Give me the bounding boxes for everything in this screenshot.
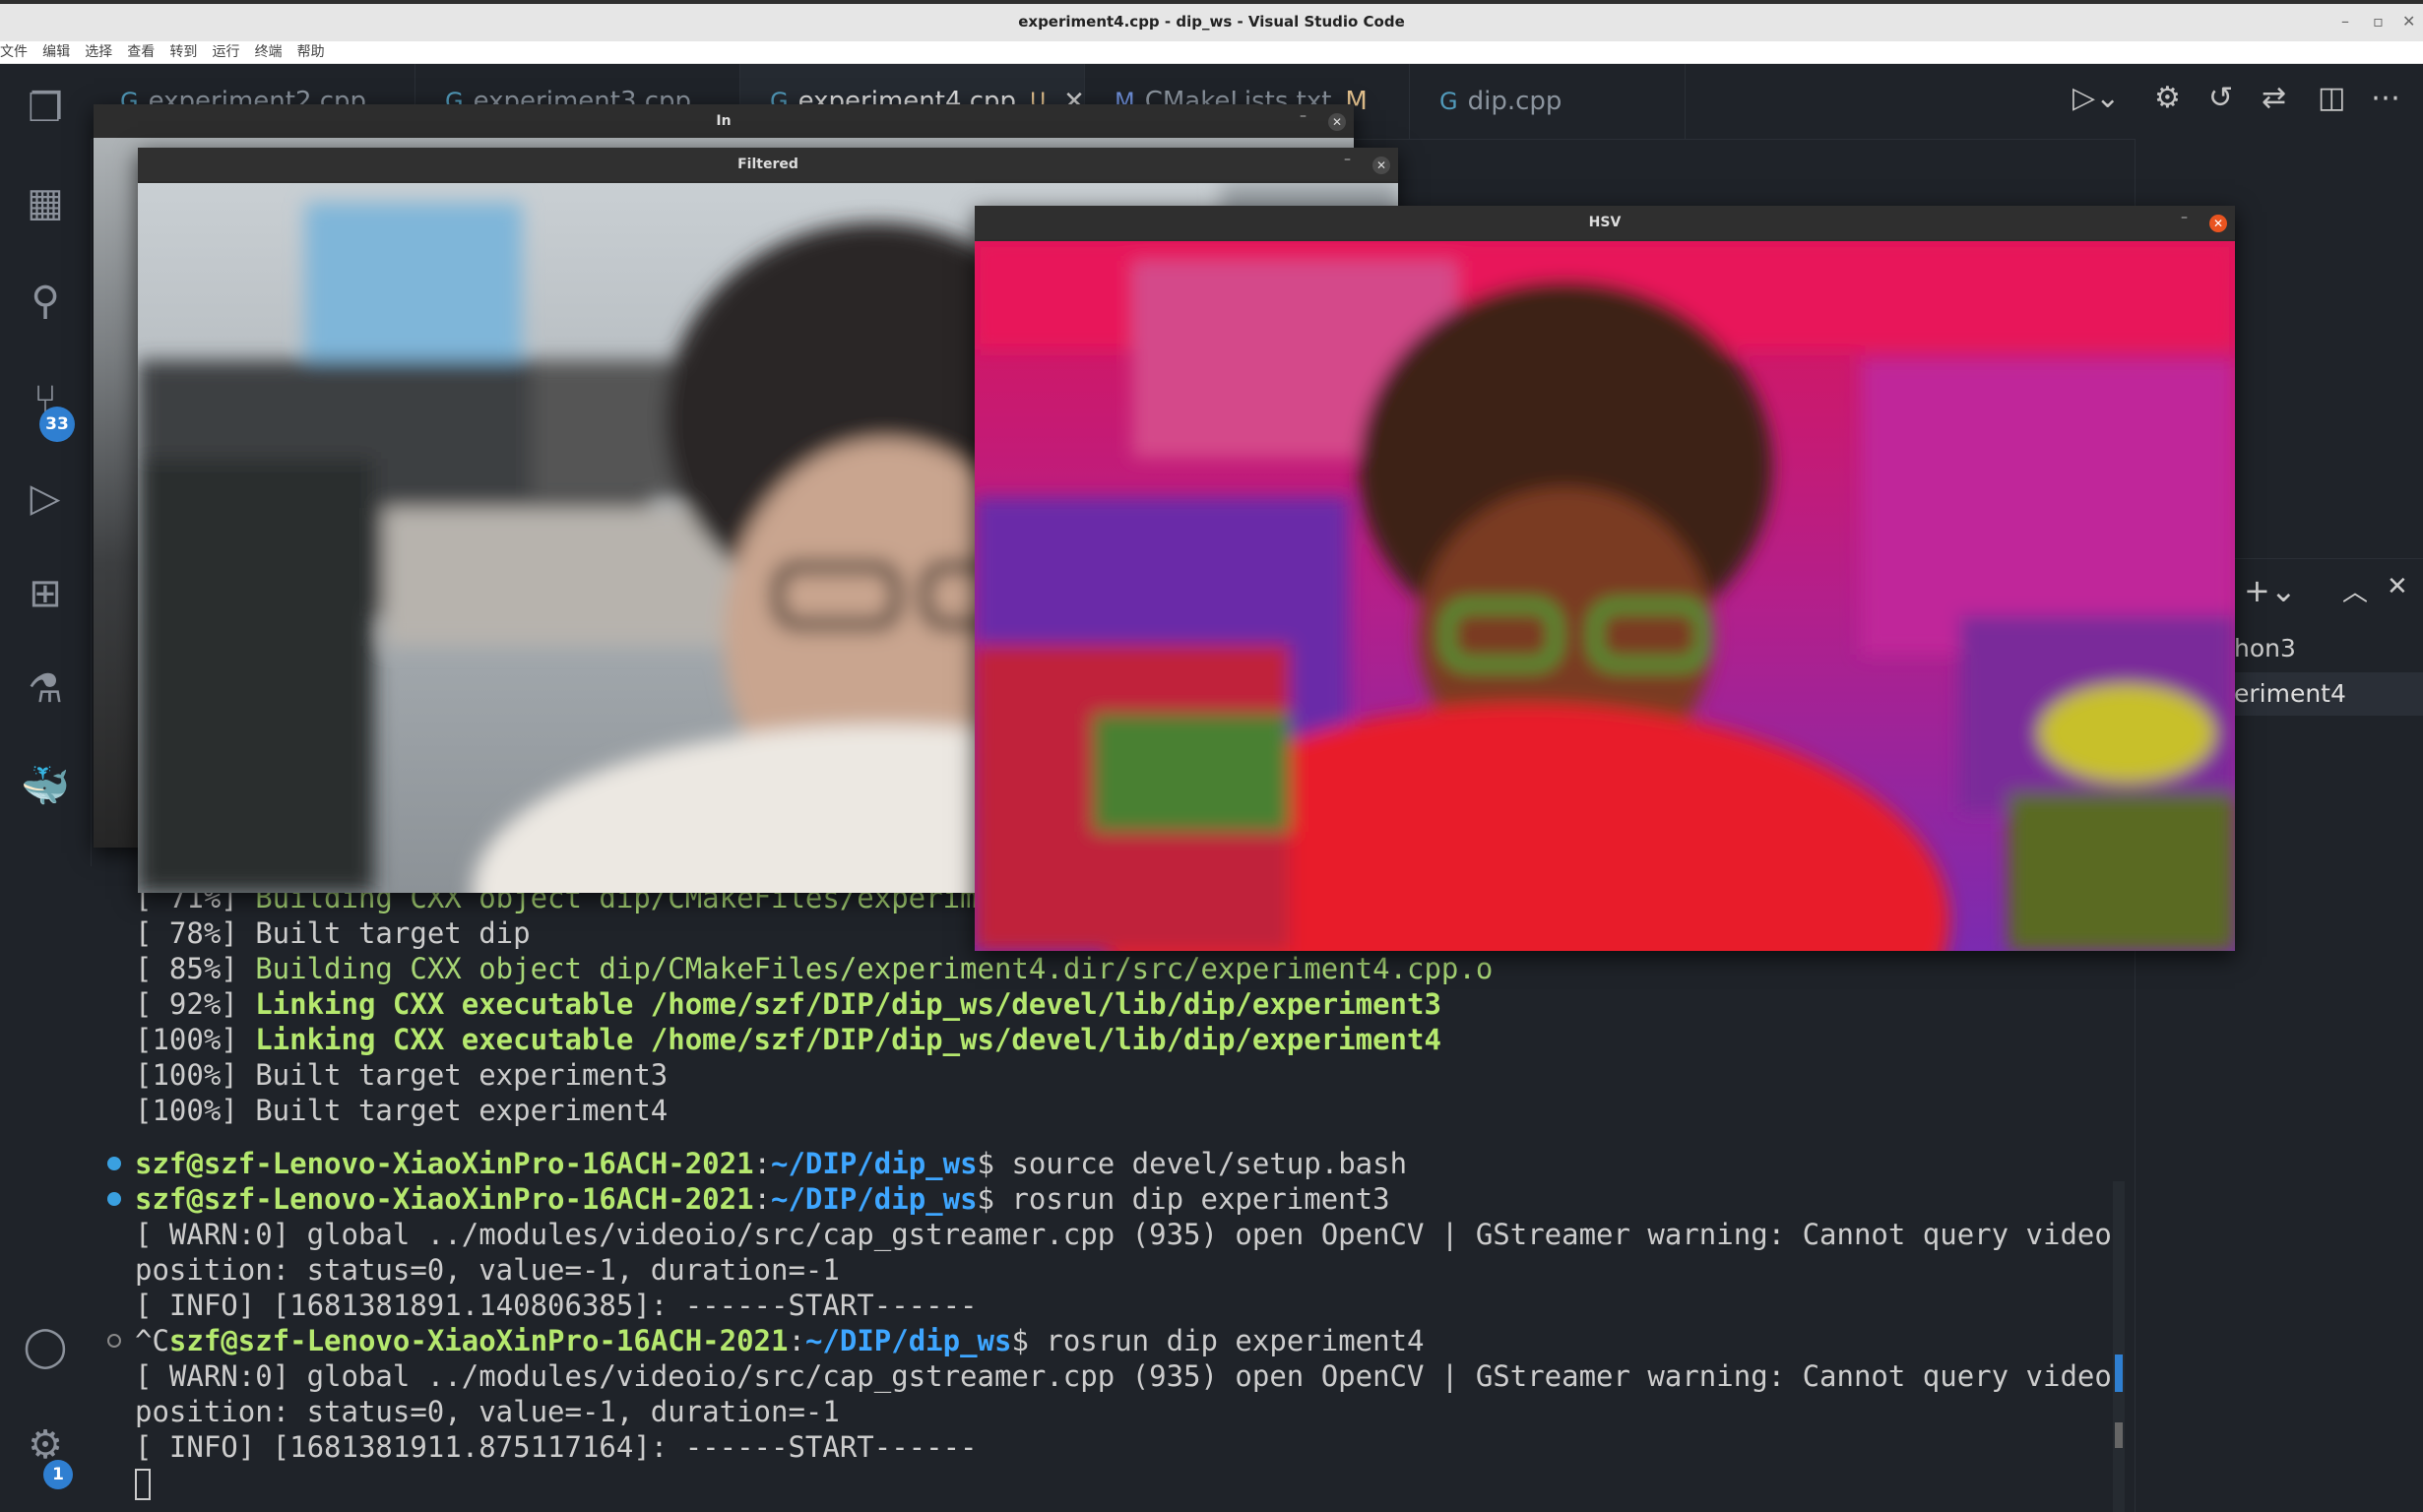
settings-badge: 1 [43, 1460, 73, 1489]
terminal-line: Built target experiment4 [255, 1094, 669, 1127]
source-control-badge: 33 [39, 407, 75, 442]
window-title: HSV [975, 206, 2235, 239]
minimize-icon[interactable]: – [1300, 108, 1307, 124]
close-icon[interactable]: ✕ [1372, 157, 1390, 174]
command: rosrun dip experiment4 [1028, 1324, 1425, 1357]
scroll-thumb[interactable] [2115, 1422, 2123, 1448]
tab-label: dip.cpp [1467, 87, 1562, 116]
command: source devel/setup.bash [994, 1147, 1408, 1180]
os-titlebar: experiment4.cpp - dip_ws - Visual Studio… [0, 0, 2423, 41]
menu-selection[interactable]: 选择 [85, 41, 112, 63]
close-icon[interactable]: ✕ [2402, 12, 2415, 31]
terminal-line: Linking CXX executable /home/szf/DIP/dip… [255, 987, 1441, 1021]
window-title: In [94, 104, 1354, 138]
prompt-path: ~/DIP/dip_ws [771, 1147, 978, 1180]
minimize-icon[interactable]: – [2181, 210, 2188, 225]
terminal-line: Linking CXX executable /home/szf/DIP/dip… [255, 1023, 1441, 1056]
terminal-line-prefix: [ 78%] [135, 916, 256, 950]
terminal-line-prefix: [100%] [135, 1058, 256, 1092]
warn-line-cont: position: status=0, value=-1, duration=-… [135, 1395, 840, 1428]
menu-view[interactable]: 查看 [127, 41, 155, 63]
explorer-icon[interactable]: ❐ [0, 86, 91, 131]
prompt-user: szf@szf-Lenovo-XiaoXinPro-16ACH-2021 [135, 1147, 754, 1180]
history-icon[interactable]: ↺ [2208, 81, 2233, 115]
testing-icon[interactable]: ⚗ [0, 666, 91, 712]
command-success-dot[interactable] [107, 1157, 121, 1170]
terminal-line: Built target dip [255, 916, 531, 950]
menu-run[interactable]: 运行 [212, 41, 239, 63]
close-icon[interactable]: ✕ [2209, 215, 2227, 232]
terminal-line-prefix: [100%] [135, 1094, 256, 1127]
minimize-icon[interactable]: – [2341, 12, 2349, 31]
terminal-scrollbar[interactable] [2113, 1181, 2125, 1512]
warn-line-cont: position: status=0, value=-1, duration=-… [135, 1253, 840, 1287]
terminal-line-prefix: [ 92%] [135, 987, 256, 1021]
cpp-file-icon: G [1439, 88, 1458, 115]
menu-edit[interactable]: 编辑 [42, 41, 70, 63]
chip-icon[interactable]: ▦ [0, 180, 91, 225]
prompt-path: ~/DIP/dip_ws [804, 1324, 1012, 1357]
info-line: [ INFO] [1681381891.140806385]: ------ST… [135, 1289, 978, 1322]
opencv-window-hsv[interactable]: HSV – ✕ [975, 206, 2235, 951]
close-icon[interactable]: ✕ [1328, 113, 1346, 131]
terminal[interactable]: [ 71%] Building CXX object dip/CMakeFile… [91, 866, 2129, 1512]
run-icon[interactable]: ▷⌄ [2072, 81, 2120, 115]
terminal-line: Built target experiment3 [255, 1058, 669, 1092]
compare-icon[interactable]: ⇄ [2262, 81, 2286, 115]
command: rosrun dip experiment3 [994, 1182, 1390, 1216]
terminal-line: Building CXX object dip/CMakeFiles/exper… [255, 952, 1494, 985]
window-title: experiment4.cpp - dip_ws - Visual Studio… [1018, 13, 1405, 31]
add-terminal-icon[interactable]: +⌄ [2244, 572, 2297, 609]
prompt-path: ~/DIP/dip_ws [771, 1182, 978, 1216]
menu-bar: 文件 编辑 选择 查看 转到 运行 终端 帮助 [0, 41, 2423, 64]
ctrl-c: ^C [135, 1324, 169, 1357]
info-line: [ INFO] [1681381911.875117164]: ------ST… [135, 1430, 978, 1464]
maximize-panel-icon[interactable]: ︿ [2342, 572, 2368, 608]
maximize-icon[interactable]: ▫ [2373, 12, 2384, 31]
prompt-user: szf@szf-Lenovo-XiaoXinPro-16ACH-2021 [135, 1182, 754, 1216]
account-icon[interactable]: ◯ [0, 1324, 91, 1369]
camera-image-hsv [975, 241, 2235, 951]
close-panel-icon[interactable]: ✕ [2387, 572, 2408, 601]
command-running-dot[interactable] [107, 1334, 121, 1348]
scroll-marker [2115, 1354, 2123, 1392]
terminal-cursor [135, 1469, 151, 1500]
terminal-line-prefix: [ 85%] [135, 952, 256, 985]
run-debug-icon[interactable]: ▷ [0, 475, 91, 521]
extensions-icon[interactable]: ⊞ [0, 571, 91, 616]
terminal-line-prefix: [100%] [135, 1023, 256, 1056]
menu-terminal[interactable]: 终端 [255, 41, 283, 63]
menu-go[interactable]: 转到 [169, 41, 197, 63]
menu-help[interactable]: 帮助 [297, 41, 325, 63]
gear-icon[interactable]: ⚙ [2154, 81, 2181, 115]
split-editor-icon[interactable]: ◫ [2318, 81, 2345, 115]
tab-dip-cpp[interactable]: Gdip.cpp [1410, 64, 1686, 139]
more-actions-icon[interactable]: ⋯ [2371, 81, 2400, 115]
warn-line: [ WARN:0] global ../modules/videoio/src/… [135, 1359, 2112, 1393]
command-success-dot[interactable] [107, 1192, 121, 1206]
search-icon[interactable]: ⚲ [0, 279, 91, 324]
menu-file[interactable]: 文件 [0, 41, 28, 63]
docker-icon[interactable]: 🐳 [0, 763, 91, 809]
settings-gear-icon[interactable]: ⚙ [0, 1422, 91, 1468]
window-title: Filtered [138, 148, 1398, 181]
activity-bar: ❐ ▦ ⚲ ⑂ 33 ▷ ⊞ ⚗ 🐳 ◯ ⚙ 1 [0, 64, 92, 1512]
warn-line: [ WARN:0] global ../modules/videoio/src/… [135, 1218, 2112, 1251]
prompt-user: szf@szf-Lenovo-XiaoXinPro-16ACH-2021 [168, 1324, 789, 1357]
minimize-icon[interactable]: – [1344, 152, 1351, 167]
